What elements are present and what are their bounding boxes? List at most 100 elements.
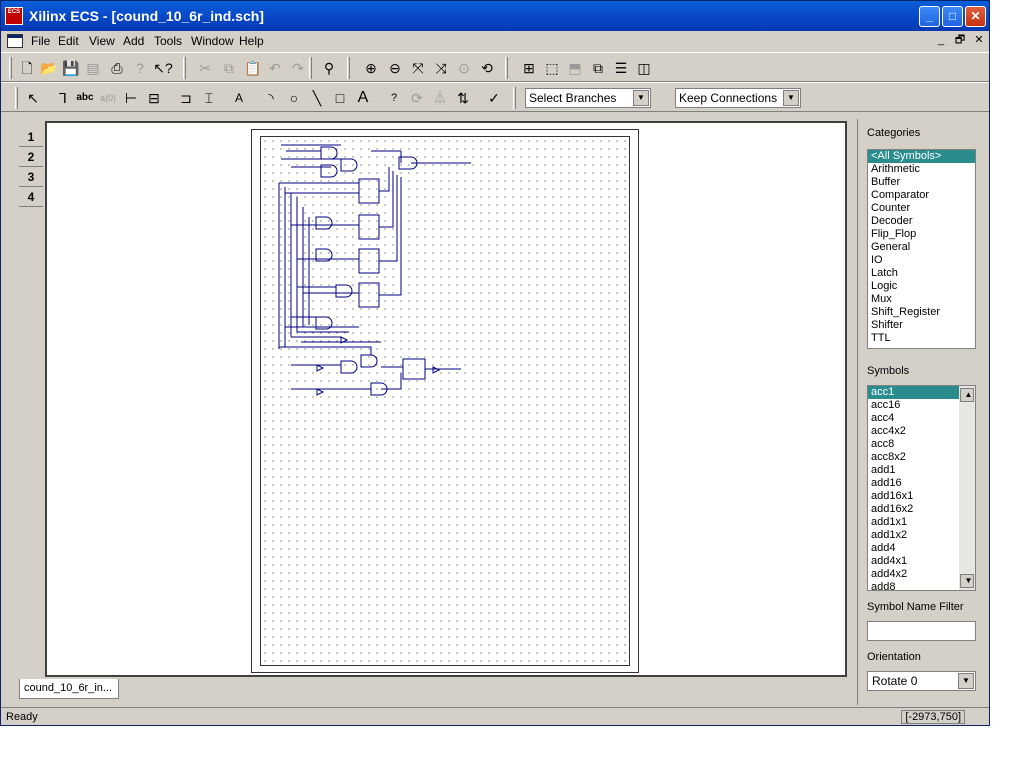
toolbar-grip[interactable] [513,87,516,109]
add-symbol-icon[interactable]: ⊐ [176,88,196,108]
mirror-icon[interactable]: ⏃ [430,88,450,108]
categories-list[interactable]: <All Symbols> Arithmetic Buffer Comparat… [867,149,976,349]
refresh-icon[interactable]: ⟲ [477,58,497,78]
zoom-out-icon[interactable]: ⊖ [385,58,405,78]
add-text-icon[interactable]: A [353,88,373,108]
pop-icon[interactable]: ⬒ [565,58,585,78]
hierarchy-icon[interactable]: ⊞ [519,58,539,78]
scroll-up-icon[interactable]: ▲ [960,388,974,402]
select-icon[interactable]: ↖ [23,88,43,108]
menu-add[interactable]: Add [123,34,144,48]
orientation-select[interactable]: Rotate 0 ▼ [867,671,976,691]
schematic-canvas[interactable] [45,121,847,677]
copy-icon[interactable]: ⧉ [219,58,239,78]
zoom-selection-icon[interactable]: ⊙ [454,58,474,78]
page-tab-3[interactable]: 3 [19,167,43,187]
category-item[interactable]: Mux [868,293,975,306]
rename-bus-icon[interactable]: a(0) [98,88,118,108]
rotate-icon[interactable]: ⟳ [407,88,427,108]
query-icon[interactable]: ? [384,88,404,108]
category-item[interactable]: IO [868,254,975,267]
context-help-icon[interactable]: ↖? [153,58,173,78]
chevron-down-icon[interactable]: ▼ [958,673,974,689]
xilinx-app-icon[interactable]: ECS [5,7,23,25]
symbols-scrollbar[interactable]: ▲ ▼ [959,386,975,590]
rectangle-icon[interactable]: □ [330,88,350,108]
category-item[interactable]: Shifter [868,319,975,332]
category-item[interactable]: Counter [868,202,975,215]
save-icon[interactable]: 💾 [61,58,81,78]
arc-icon[interactable]: ◝ [261,88,281,108]
category-item[interactable]: General [868,241,975,254]
open-icon[interactable]: 📂 [39,58,59,78]
cut-icon[interactable]: ✂ [195,58,215,78]
zoom-in-icon[interactable]: ⊕ [361,58,381,78]
mdi-close-button[interactable]: ✕ [971,33,987,47]
toolbar-grip[interactable] [15,87,18,109]
new-icon[interactable]: 🗋 [17,58,37,78]
page-tab-1[interactable]: 1 [19,127,43,147]
category-item[interactable]: Shift_Register [868,306,975,319]
document-tab[interactable]: cound_10_6r_in... [19,679,119,699]
category-item[interactable]: <All Symbols> [868,150,975,163]
schematic-drawing[interactable] [261,137,631,667]
menu-window[interactable]: Window [191,34,234,48]
close-button[interactable]: ✕ [965,6,986,27]
toolbar-grip[interactable] [9,57,12,79]
title-bar[interactable]: ECS Xilinx ECS - [cound_10_6r_ind.sch] _… [1,1,989,31]
paste-icon[interactable]: 📋 [243,58,263,78]
cascade-icon[interactable]: ⧉ [588,58,608,78]
toolbar-grip[interactable] [505,57,508,79]
mdi-minimize-button[interactable]: _ [933,33,949,47]
check-icon[interactable]: ✓ [484,88,504,108]
document-system-icon[interactable] [7,34,23,48]
symbol-name-filter-input[interactable] [867,621,976,641]
mdi-restore-button[interactable]: 🗗 [952,33,968,47]
chevron-down-icon[interactable]: ▼ [633,90,649,106]
net-name-icon[interactable]: abc [75,88,95,108]
toolbar-grip[interactable] [309,57,312,79]
help-icon[interactable]: ? [130,58,150,78]
category-item[interactable]: Decoder [868,215,975,228]
menu-edit[interactable]: Edit [58,34,79,48]
category-item[interactable]: Buffer [868,176,975,189]
add-wire-icon[interactable]: ⅂ [53,88,73,108]
zoom-full-icon[interactable]: ⤧ [408,58,428,78]
page-tab-2[interactable]: 2 [19,147,43,167]
find-icon[interactable]: ⚲ [319,58,339,78]
undo-icon[interactable]: ↶ [265,58,285,78]
menu-help[interactable]: Help [239,34,264,48]
add-instance-icon[interactable]: ⌶ [199,88,219,108]
branch-select[interactable]: Select Branches ▼ [525,88,651,108]
save-all-icon[interactable]: ▤ [83,58,103,78]
maximize-button[interactable]: □ [942,6,963,27]
menu-tools[interactable]: Tools [154,34,182,48]
circle-icon[interactable]: ○ [284,88,304,108]
bus-tap-icon[interactable]: ⊢ [121,88,141,108]
symbols-list[interactable]: acc1 acc16 acc4 acc4x2 acc8 acc8x2 add1 … [867,385,976,591]
tile-vertical-icon[interactable]: ◫ [634,58,654,78]
minimize-button[interactable]: _ [919,6,940,27]
category-item[interactable]: TTL [868,332,975,345]
zoom-fit-icon[interactable]: ⤨ [431,58,451,78]
tile-horizontal-icon[interactable]: ☰ [611,58,631,78]
category-item[interactable]: Comparator [868,189,975,202]
page-tab-4[interactable]: 4 [19,187,43,207]
menu-view[interactable]: View [89,34,115,48]
scroll-down-icon[interactable]: ▼ [960,574,974,588]
menu-file[interactable]: File [31,34,50,48]
toolbar-grip[interactable] [347,57,350,79]
chevron-down-icon[interactable]: ▼ [783,90,799,106]
category-item[interactable]: Logic [868,280,975,293]
push-icon[interactable]: ⬚ [542,58,562,78]
redo-icon[interactable]: ↷ [288,58,308,78]
category-item[interactable]: Arithmetic [868,163,975,176]
sheet-grid[interactable] [260,136,630,666]
category-item[interactable]: Latch [868,267,975,280]
text-icon[interactable]: A [229,88,249,108]
toolbar-grip[interactable] [183,57,186,79]
io-marker-icon[interactable]: ⊟ [144,88,164,108]
category-item[interactable]: Flip_Flop [868,228,975,241]
connection-select[interactable]: Keep Connections ▼ [675,88,801,108]
flip-icon[interactable]: ⇅ [453,88,473,108]
